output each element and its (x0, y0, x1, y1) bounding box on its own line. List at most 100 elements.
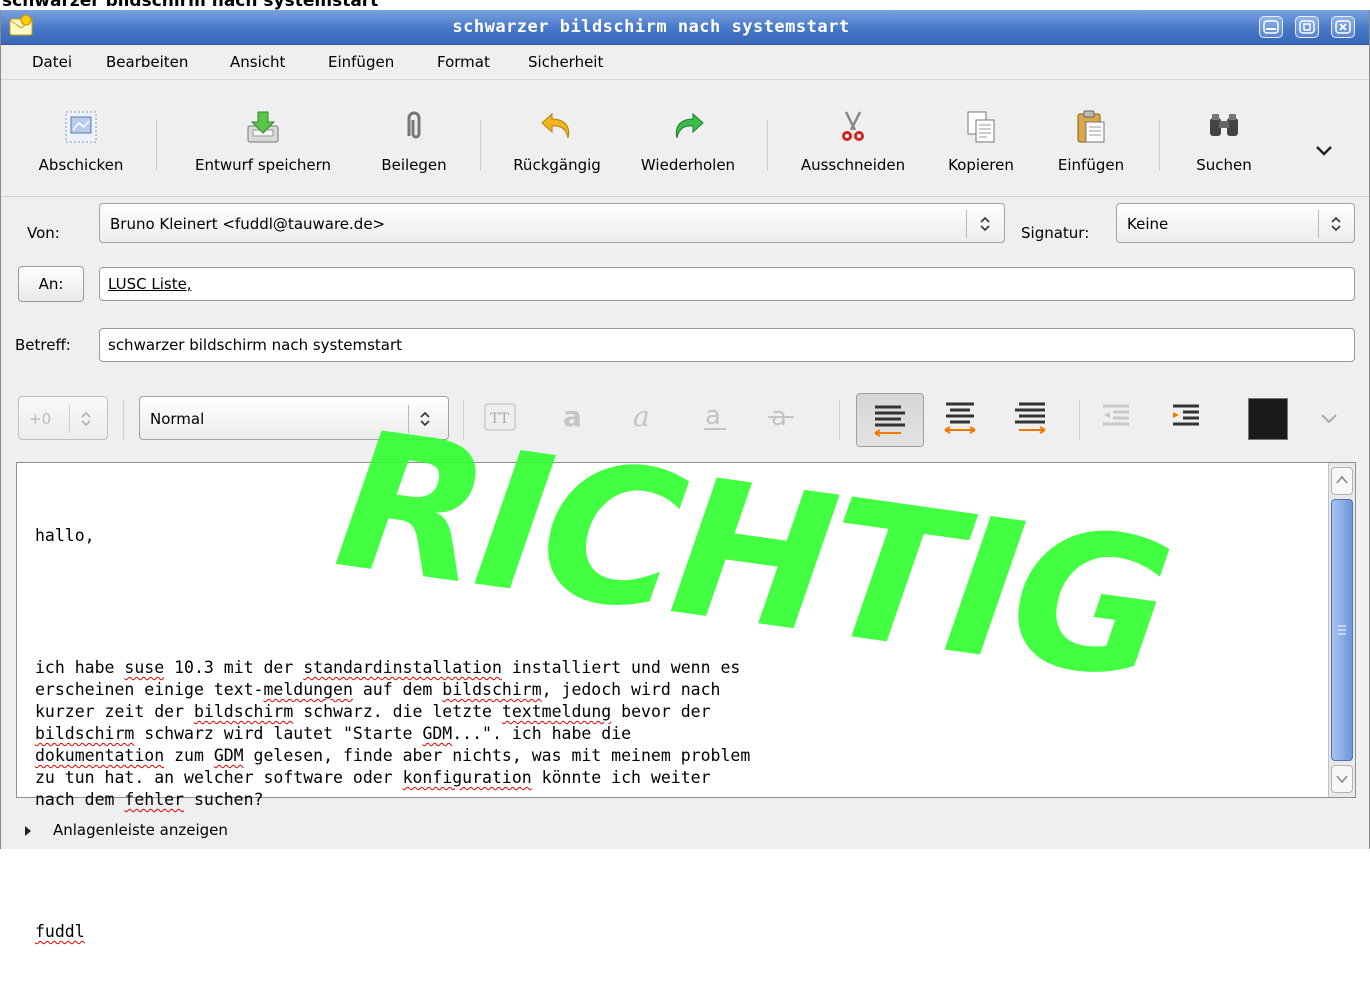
combo-separator (408, 405, 409, 433)
body-greeting: hallo, (35, 526, 95, 545)
updown-arrows-icon (980, 216, 990, 232)
cut-button[interactable]: Ausschneiden (783, 80, 923, 196)
minimize-button[interactable] (1259, 16, 1283, 38)
align-center-icon[interactable] (941, 398, 979, 436)
scroll-up-button[interactable] (1331, 467, 1353, 495)
minimize-icon (1263, 20, 1279, 34)
attachment-bar[interactable]: Anlagenleiste anzeigen (1, 814, 1369, 848)
undo-icon (541, 112, 570, 139)
close-icon (1335, 20, 1351, 34)
teletype-font-icon[interactable]: TT (481, 398, 519, 436)
menu-format[interactable]: Format (437, 53, 490, 71)
align-left-button[interactable] (856, 393, 924, 447)
format-separator (463, 400, 464, 440)
svg-text:a: a (563, 400, 582, 433)
maximize-button[interactable] (1295, 16, 1319, 38)
strikethrough-icon[interactable]: a (763, 398, 801, 436)
window-title: schwarzer bildschirm nach systemstart (452, 17, 850, 37)
align-right-icon[interactable] (1011, 398, 1049, 436)
scrollbar-thumb[interactable] (1331, 499, 1353, 761)
from-select[interactable]: Bruno Kleinert <fuddl@tauware.de> (99, 203, 1005, 243)
signature-label: Signatur: (1021, 224, 1090, 242)
message-body-text[interactable]: hallo, ich habe suse 10.3 mit der standa… (35, 481, 1325, 987)
paperclip-icon (407, 111, 421, 139)
indent-icon[interactable] (1169, 398, 1207, 436)
grip-icon (1338, 625, 1346, 635)
combo-separator (966, 210, 967, 238)
subject-label: Betreff: (15, 336, 71, 354)
menu-ansicht[interactable]: Ansicht (230, 53, 285, 71)
save-draft-label: Entwurf speichern (195, 156, 331, 174)
font-size-value: +0 (29, 410, 52, 428)
menu-einfuegen[interactable]: Einfügen (328, 53, 394, 71)
format-separator (123, 400, 124, 440)
chevron-down-icon (1336, 775, 1348, 784)
align-left-icon (874, 405, 905, 437)
from-value: Bruno Kleinert <fuddl@tauware.de> (110, 215, 386, 233)
maximize-icon (1299, 20, 1315, 34)
scroll-down-button[interactable] (1331, 765, 1353, 793)
format-separator (1079, 400, 1080, 440)
message-body-editor[interactable]: hallo, ich habe suse 10.3 mit der standa… (16, 462, 1356, 941)
italic-icon[interactable]: a (627, 398, 665, 436)
body-paragraph: ich habe suse 10.3 mit der standardinsta… (35, 658, 751, 809)
scissors-icon (842, 111, 864, 141)
svg-text:TT: TT (490, 411, 510, 427)
copy-button[interactable]: Kopieren (931, 80, 1031, 196)
bold-icon[interactable]: a (557, 398, 595, 436)
body-scrollbar[interactable] (1328, 463, 1355, 797)
redo-icon (675, 112, 704, 139)
outdent-icon[interactable] (1099, 398, 1137, 436)
from-label: Von: (27, 224, 60, 242)
paste-label: Einfügen (1057, 156, 1125, 174)
paste-icon (1077, 110, 1105, 143)
toolbar-overflow-chevron-icon[interactable] (1314, 144, 1334, 158)
attach-button[interactable]: Beilegen (369, 80, 459, 196)
updown-arrows-icon (1331, 216, 1341, 232)
font-size-stepper[interactable]: +0 (18, 396, 108, 440)
expand-triangle-icon (25, 826, 31, 836)
paragraph-style-select[interactable]: Normal (139, 396, 449, 440)
attach-label: Beilegen (381, 156, 447, 174)
subject-input[interactable]: schwarzer bildschirm nach systemstart (99, 328, 1355, 362)
find-label: Suchen (1196, 156, 1252, 174)
svg-text:a: a (705, 401, 721, 431)
send-stamp-icon (65, 111, 97, 143)
signature-value: Keine (1127, 215, 1169, 233)
svg-text:a: a (633, 400, 650, 433)
attachment-toggle-label[interactable]: Anlagenleiste anzeigen (53, 820, 228, 840)
binoculars-icon (1210, 114, 1238, 136)
composer-window: schwarzer bildschirm nach systemstart Da… (0, 10, 1370, 941)
signature-select[interactable]: Keine (1116, 203, 1355, 243)
title-bar[interactable]: schwarzer bildschirm nach systemstart (1, 10, 1369, 45)
close-button[interactable] (1331, 16, 1355, 38)
recipient-chip[interactable]: LUSC Liste, (108, 275, 192, 293)
combo-separator (69, 405, 70, 433)
undo-label: Rückgängig (513, 156, 601, 174)
combo-separator (1318, 210, 1319, 238)
send-button[interactable]: Abschicken (21, 80, 141, 196)
format-overflow-chevron-icon[interactable] (1319, 412, 1339, 426)
undo-button[interactable]: Rückgängig (497, 80, 617, 196)
paste-button[interactable]: Einfügen (1041, 80, 1141, 196)
menu-sicherheit[interactable]: Sicherheit (528, 53, 603, 71)
toolbar-separator (156, 120, 157, 170)
text-color-swatch[interactable] (1248, 398, 1288, 440)
save-draft-button[interactable]: Entwurf speichern (173, 80, 353, 196)
updown-arrows-icon (420, 411, 430, 427)
format-toolbar: +0 Normal TT a a a a (1, 376, 1369, 466)
redo-button[interactable]: Wiederholen (627, 80, 749, 196)
paragraph-style-value: Normal (150, 410, 205, 428)
toolbar-separator (767, 120, 768, 170)
copy-label: Kopieren (948, 156, 1014, 174)
menu-datei[interactable]: Datei (32, 53, 72, 71)
to-button[interactable]: An: (18, 266, 84, 302)
cut-label: Ausschneiden (800, 156, 906, 174)
find-button[interactable]: Suchen (1169, 80, 1279, 196)
body-signature: fuddl (35, 922, 85, 941)
save-draft-icon (247, 111, 279, 143)
menu-bearbeiten[interactable]: Bearbeiten (106, 53, 188, 71)
page-heading: schwarzer bildschirm nach systemstart (2, 0, 379, 11)
to-field[interactable]: LUSC Liste, (99, 267, 1355, 301)
underline-icon[interactable]: a (697, 398, 735, 436)
